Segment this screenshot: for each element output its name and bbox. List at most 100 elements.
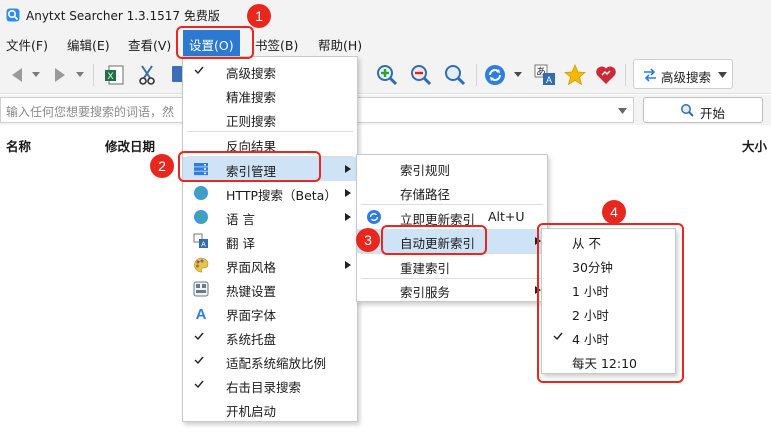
menu-edit[interactable]: 编辑(E): [67, 35, 110, 54]
toolbar-separator: [625, 64, 626, 86]
menu-item-label: 右击目录搜索: [226, 380, 302, 395]
menu-item-system-tray[interactable]: 系统托盘: [183, 325, 357, 349]
app-logo-icon: [6, 8, 20, 22]
svg-text:A: A: [546, 75, 552, 85]
translate-icon: A: [193, 233, 208, 249]
back-icon[interactable]: [5, 63, 29, 87]
globe-icon: [194, 210, 208, 224]
menu-item-label: HTTP搜索（Beta）: [226, 188, 337, 203]
checkmark-icon: [194, 66, 204, 75]
menu-item-label: 开机启动: [226, 404, 277, 419]
menu-item-ui-font[interactable]: A 界面字体: [183, 301, 357, 325]
annotation-step-badge: 3: [356, 228, 380, 252]
heart-icon[interactable]: [594, 63, 618, 87]
cut-icon[interactable]: [135, 63, 159, 87]
menu-item-exact-search[interactable]: 精准搜索: [183, 83, 357, 107]
menu-bar: 文件(F) 编辑(E) 查看(V) 设置(O) 书签(B) 帮助(H): [0, 30, 771, 56]
checkmark-icon: [194, 356, 204, 365]
start-search-label: 开始: [700, 106, 726, 121]
menu-item-label: 界面风格: [226, 260, 277, 275]
menu-item-dpi-scaling[interactable]: 适配系统缩放比例: [183, 349, 357, 373]
start-search-button[interactable]: 开始: [643, 97, 763, 123]
palette-icon: [194, 257, 209, 273]
submenu-arrow-icon: [345, 189, 351, 197]
excel-export-icon[interactable]: X: [103, 63, 127, 87]
menu-item-advanced-search[interactable]: 高级搜索: [183, 59, 357, 83]
back-dropdown-icon[interactable]: [32, 70, 40, 78]
toolbar-separator: [476, 64, 477, 86]
forward-icon[interactable]: [48, 63, 72, 87]
font-icon: A: [196, 306, 207, 321]
menu-bookmarks[interactable]: 书签(B): [255, 35, 298, 54]
toolbar: X あ A 高级搜索: [0, 56, 771, 94]
submenu-arrow-icon: [345, 165, 351, 173]
settings-menu: 高级搜索 精准搜索 正则搜索 反向结果 索引管理 HTTP搜索（Beta） 语 …: [182, 56, 358, 422]
refresh-dropdown-icon[interactable]: [514, 70, 522, 78]
menu-item-label: 精准搜索: [226, 90, 277, 105]
submenu-arrow-icon: [345, 213, 351, 221]
refresh-icon[interactable]: [483, 63, 507, 87]
menu-item-label: 热键设置: [226, 284, 277, 299]
column-header-modified[interactable]: 修改日期: [105, 136, 155, 155]
menu-item-label: 适配系统缩放比例: [226, 356, 327, 371]
svg-text:A: A: [201, 242, 206, 249]
advanced-search-icon: [644, 68, 656, 82]
menu-item-ui-style[interactable]: 界面风格: [183, 253, 357, 277]
menu-file[interactable]: 文件(F): [6, 35, 48, 54]
window-title: Anytxt Searcher 1.3.1517 免费版: [26, 9, 220, 23]
menu-item-rebuild-index[interactable]: 重建索引: [357, 254, 547, 278]
menu-item-label: 翻 译: [226, 236, 255, 251]
svg-text:A: A: [196, 306, 207, 321]
menu-item-start-on-boot[interactable]: 开机启动: [183, 397, 357, 421]
annotation-step-badge: 4: [602, 200, 626, 224]
column-header-name[interactable]: 名称: [6, 136, 31, 155]
annotation-step-badge: 1: [247, 4, 271, 28]
menu-item-index-rules[interactable]: 索引规则: [357, 156, 547, 180]
hotkey-icon: [193, 281, 209, 297]
search-icon: [681, 104, 694, 117]
globe-icon: [194, 186, 208, 200]
annotation-step-badge: 2: [150, 154, 174, 178]
checkmark-icon: [194, 380, 204, 389]
zoom-reset-icon[interactable]: [443, 63, 467, 87]
annotation-box-index-management: [178, 151, 321, 182]
menu-item-label: 重建索引: [400, 261, 451, 276]
menu-help[interactable]: 帮助(H): [318, 35, 362, 54]
menu-item-regex-search[interactable]: 正则搜索: [183, 107, 357, 131]
submenu-arrow-icon: [345, 261, 351, 269]
menu-item-shortcut: Alt+U: [488, 209, 525, 224]
chevron-down-icon: [718, 72, 727, 78]
menu-item-label: 界面字体: [226, 308, 277, 323]
search-row: 输入任何您想要搜索的词语，然 开始: [0, 95, 771, 125]
menu-item-translate[interactable]: A 翻 译: [183, 229, 357, 253]
menu-item-label: 语 言: [226, 212, 255, 227]
search-placeholder: 输入任何您想要搜索的词语，然: [6, 105, 175, 119]
advanced-search-label: 高级搜索: [661, 70, 712, 85]
forward-dropdown-icon[interactable]: [76, 70, 84, 78]
advanced-search-button[interactable]: 高级搜索: [633, 59, 733, 89]
menu-item-storage-path[interactable]: 存储路径: [357, 180, 547, 204]
checkmark-icon: [194, 332, 204, 341]
menu-item-label: 系统托盘: [226, 332, 277, 347]
annotation-box-interval-options: [537, 223, 684, 383]
menu-item-language[interactable]: 语 言: [183, 205, 357, 229]
menu-item-label: 索引规则: [400, 163, 451, 178]
zoom-in-icon[interactable]: [375, 63, 399, 87]
menu-item-context-menu-search[interactable]: 右击目录搜索: [183, 373, 357, 397]
translate-icon[interactable]: あ A: [533, 63, 557, 87]
menu-item-hotkey-settings[interactable]: 热键设置: [183, 277, 357, 301]
menu-item-label: 索引服务: [400, 285, 451, 300]
title-bar: Anytxt Searcher 1.3.1517 免费版: [0, 0, 771, 30]
menu-item-http-search[interactable]: HTTP搜索（Beta）: [183, 181, 357, 205]
menu-view[interactable]: 查看(V): [128, 35, 171, 54]
annotation-box-settings: [176, 26, 254, 59]
toolbar-separator: [93, 64, 94, 86]
column-header-size[interactable]: 大小: [742, 136, 767, 155]
refresh-icon: [367, 210, 381, 224]
star-icon[interactable]: [563, 63, 587, 87]
zoom-out-icon[interactable]: [409, 63, 433, 87]
menu-item-label: 存储路径: [400, 187, 451, 202]
search-history-dropdown-icon[interactable]: [618, 108, 627, 114]
menu-item-index-service[interactable]: 索引服务: [357, 278, 547, 302]
app-window: Anytxt Searcher 1.3.1517 免费版 文件(F) 编辑(E)…: [0, 0, 771, 437]
